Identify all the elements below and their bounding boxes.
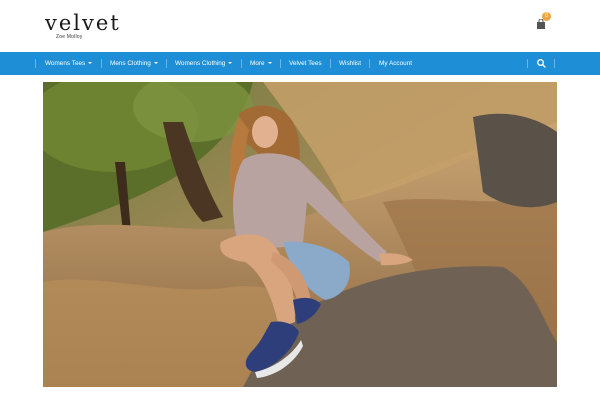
- chevron-down-icon: [228, 62, 233, 65]
- site-header: velvet Zoe Molloy 0: [0, 0, 600, 52]
- nav-item-label: Mens Clothing: [110, 60, 151, 67]
- chevron-down-icon: [88, 62, 93, 65]
- nav-item-womens-clothing[interactable]: Womens Clothing: [175, 52, 233, 75]
- nav-item-label: Womens Tees: [45, 60, 86, 67]
- cart-button[interactable]: 0: [534, 12, 554, 32]
- nav-item-label: Wishlist: [339, 60, 362, 67]
- nav-item-label: Womens Clothing: [175, 60, 226, 67]
- nav-item-velvet-tees[interactable]: Velvet Tees: [289, 52, 322, 75]
- hero-photo: [43, 82, 557, 387]
- site-logo[interactable]: velvet Zoe Molloy: [45, 12, 125, 42]
- nav-separator: [330, 59, 331, 68]
- nav-item-womens-tees[interactable]: Womens Tees: [45, 52, 93, 75]
- hero-banner[interactable]: [43, 82, 557, 387]
- nav-separator: [554, 59, 555, 68]
- nav-separator: [369, 59, 370, 68]
- logo-title: velvet: [45, 11, 121, 35]
- nav-item-my-account[interactable]: My Account: [379, 52, 412, 75]
- chevron-down-icon: [153, 62, 158, 65]
- nav-item-more[interactable]: More: [250, 52, 272, 75]
- logo-tagline: Zoe Molloy: [56, 34, 83, 40]
- nav-separator: [241, 59, 242, 68]
- cart-count-badge: 0: [542, 12, 551, 21]
- search-icon[interactable]: [536, 58, 547, 69]
- nav-separator: [35, 59, 36, 68]
- nav-item-label: My Account: [379, 60, 413, 67]
- nav-item-label: Velvet Tees: [289, 60, 322, 67]
- main-nav: Womens Tees Mens Clothing Womens Clothin…: [0, 52, 600, 75]
- nav-separator: [280, 59, 281, 68]
- chevron-down-icon: [267, 62, 272, 65]
- nav-item-label: More: [250, 60, 265, 67]
- nav-separator: [166, 59, 167, 68]
- nav-separator: [527, 59, 528, 68]
- nav-item-wishlist[interactable]: Wishlist: [339, 52, 361, 75]
- nav-separator: [101, 59, 102, 68]
- nav-item-mens-clothing[interactable]: Mens Clothing: [110, 52, 158, 75]
